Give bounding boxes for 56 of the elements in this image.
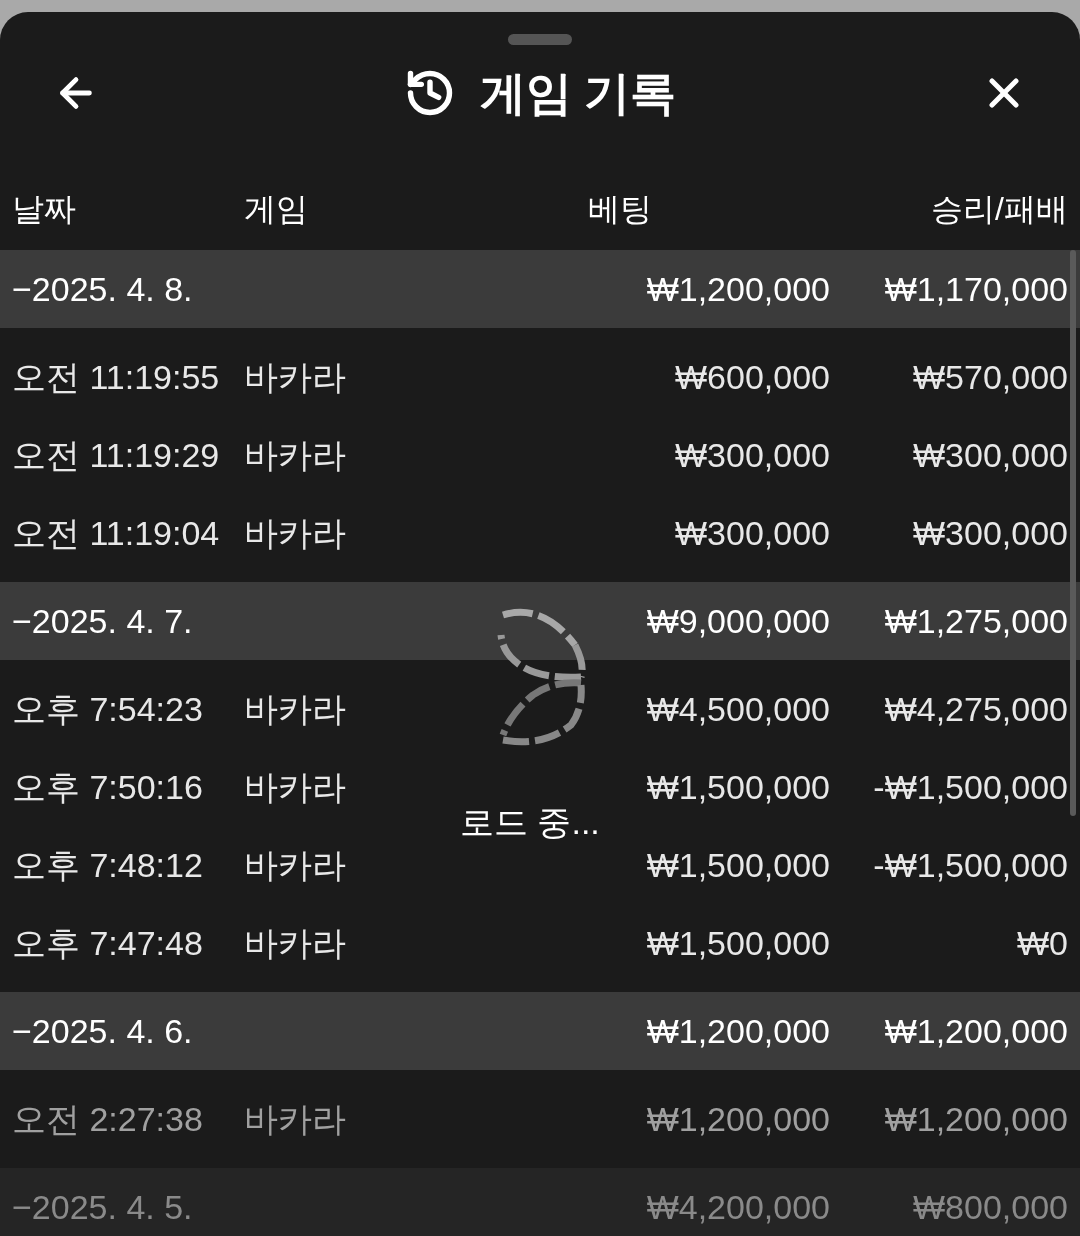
date-group-row[interactable]: −2025. 4. 7. ₩9,000,000 ₩1,275,000	[0, 582, 1080, 660]
row-game: 바카라	[244, 844, 347, 886]
row-bet: ₩1,500,000	[646, 766, 830, 808]
group-date: −2025. 4. 6.	[12, 1010, 194, 1052]
drag-handle[interactable]	[508, 34, 572, 45]
scrollbar[interactable]	[1070, 250, 1076, 816]
group-bet-total: ₩4,200,000	[645, 1186, 830, 1228]
row-game: 바카라	[244, 1098, 347, 1140]
group-bet-total: ₩1,200,000	[645, 268, 830, 310]
group-date: −2025. 4. 7.	[12, 600, 194, 642]
row-time: 오후 7:50:16	[12, 766, 204, 808]
row-time: 오전 11:19:55	[12, 356, 221, 398]
row-result: ₩4,275,000	[883, 688, 1068, 730]
group-result-total: ₩1,170,000	[883, 268, 1068, 310]
row-result: ₩1,200,000	[883, 1098, 1068, 1140]
loading-label: 로드 중...	[460, 802, 600, 843]
row-game: 바카라	[244, 688, 347, 730]
row-result: ₩300,000	[912, 512, 1068, 554]
date-group-row[interactable]: −2025. 4. 8. ₩1,200,000 ₩1,170,000	[0, 250, 1080, 328]
sheet-title: 게임 기록	[479, 65, 677, 121]
date-group-row[interactable]: −2025. 4. 6. ₩1,200,000 ₩1,200,000	[0, 992, 1080, 1070]
group-date: −2025. 4. 8.	[12, 268, 194, 310]
row-bet: ₩1,500,000	[646, 844, 830, 886]
row-result: -₩1,500,000	[872, 844, 1068, 886]
column-header: 승리/패배	[930, 190, 1068, 229]
row-bet: ₩600,000	[675, 356, 830, 398]
group-date: −2025. 4. 5.	[12, 1186, 194, 1228]
row-game: 바카라	[244, 922, 347, 964]
row-game: 바카라	[244, 766, 347, 808]
row-result: ₩570,000	[912, 356, 1068, 398]
column-header: 게임	[244, 190, 309, 229]
group-bet-total: ₩9,000,000	[645, 600, 830, 642]
date-group-row[interactable]: −2025. 4. 5. ₩4,200,000 ₩800,000	[0, 1168, 1080, 1236]
column-header: 베팅	[588, 190, 653, 229]
row-bet: ₩1,200,000	[646, 1098, 830, 1140]
row-time: 오후 7:48:12	[12, 844, 204, 886]
group-result-total: ₩1,200,000	[883, 1010, 1068, 1052]
row-bet: ₩300,000	[675, 434, 830, 476]
row-game: 바카라	[244, 356, 347, 398]
row-result: ₩300,000	[912, 434, 1068, 476]
column-header: 날짜	[12, 190, 77, 229]
row-time: 오전 11:19:29	[12, 434, 221, 476]
row-game: 바카라	[244, 512, 347, 554]
row-time: 오전 2:27:38	[12, 1098, 204, 1140]
group-result-total: ₩1,275,000	[883, 600, 1068, 642]
row-bet: ₩1,500,000	[646, 922, 830, 964]
row-bet: ₩300,000	[675, 512, 830, 554]
row-bet: ₩4,500,000	[646, 688, 830, 730]
row-result: ₩0	[1016, 922, 1068, 964]
row-result: -₩1,500,000	[872, 766, 1068, 808]
group-bet-total: ₩1,200,000	[645, 1010, 830, 1052]
group-result-total: ₩800,000	[912, 1186, 1068, 1228]
row-time: 오후 7:54:23	[12, 688, 204, 730]
row-time: 오전 11:19:04	[12, 512, 221, 554]
row-game: 바카라	[244, 434, 347, 476]
row-time: 오후 7:47:48	[12, 922, 204, 964]
